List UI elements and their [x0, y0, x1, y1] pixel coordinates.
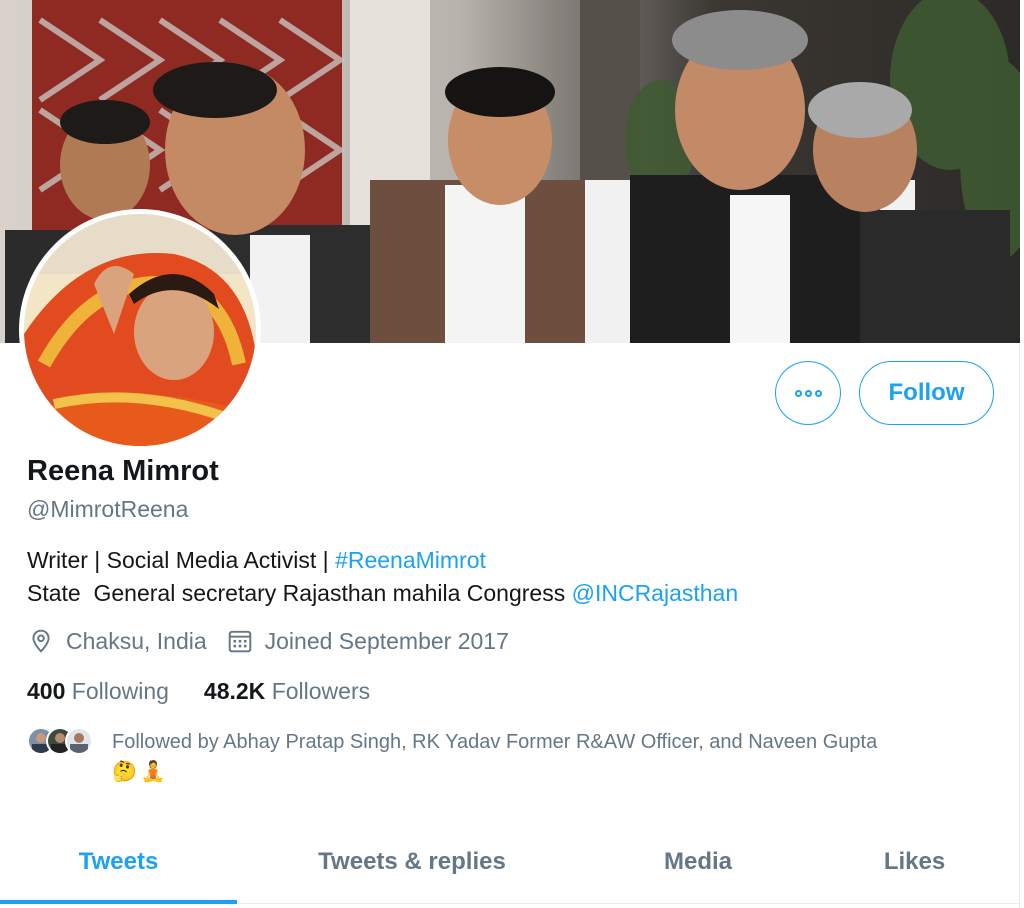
location-text: Chaksu, India — [66, 627, 207, 654]
profile-stats: 400 Following 48.2K Followers — [27, 674, 370, 708]
avatar-photo — [24, 214, 256, 446]
tab-tweets[interactable]: Tweets — [0, 822, 237, 904]
bio-mention-link[interactable]: @INCRajasthan — [572, 580, 739, 606]
follow-button[interactable]: Follow — [859, 361, 994, 425]
followers-label: Followers — [271, 677, 371, 704]
profile-handle: @MimrotReena — [27, 496, 189, 522]
avatar — [65, 727, 93, 755]
more-horizontal-icon — [794, 389, 822, 397]
more-options-button[interactable] — [775, 361, 841, 425]
thinking-face-emoji: 🤔 — [112, 759, 137, 783]
bio-hashtag-link[interactable]: #ReenaMimrot — [335, 547, 486, 573]
followed-by-section[interactable]: Followed by Abhay Pratap Singh, RK Yadav… — [27, 724, 1007, 794]
profile-joined-date: Joined September 2017 — [227, 628, 509, 655]
bio-line1-text: Writer | Social Media Activist | — [27, 547, 336, 573]
calendar-icon — [228, 630, 251, 653]
joined-text: Joined September 2017 — [264, 627, 509, 654]
following-link[interactable]: 400 Following — [27, 678, 169, 705]
followers-link[interactable]: 48.2K Followers — [204, 678, 370, 705]
profile-tabs: Tweets Tweets & replies Media Likes — [0, 822, 1020, 904]
profile-location: Chaksu, India — [28, 628, 207, 655]
tab-media[interactable]: Media — [587, 822, 809, 902]
location-pin-icon — [32, 629, 50, 653]
bio-line2-text: State General secretary Rajasthan mahila… — [27, 580, 572, 606]
followed-by-avatars — [27, 727, 93, 757]
profile-avatar[interactable] — [19, 209, 261, 451]
meditation-emoji: 🧘 — [140, 759, 166, 783]
following-label: Following — [71, 677, 169, 704]
profile-bio: Writer | Social Media Activist | #ReenaM… — [27, 544, 738, 610]
profile-meta: Chaksu, India Joined September 2017 — [28, 624, 509, 658]
following-count: 400 — [27, 677, 66, 704]
profile-display-name: Reena Mimrot — [27, 455, 219, 487]
profile-page: Follow Reena Mimrot @MimrotReena Writer … — [0, 0, 1020, 908]
tab-likes[interactable]: Likes — [809, 822, 1020, 902]
followed-by-text: Followed by Abhay Pratap Singh, RK Yadav… — [112, 731, 878, 753]
followers-count: 48.2K — [203, 677, 266, 704]
tab-tweets-and-replies[interactable]: Tweets & replies — [237, 822, 587, 902]
followed-by-emojis: 🤔 🧘 — [112, 758, 166, 784]
